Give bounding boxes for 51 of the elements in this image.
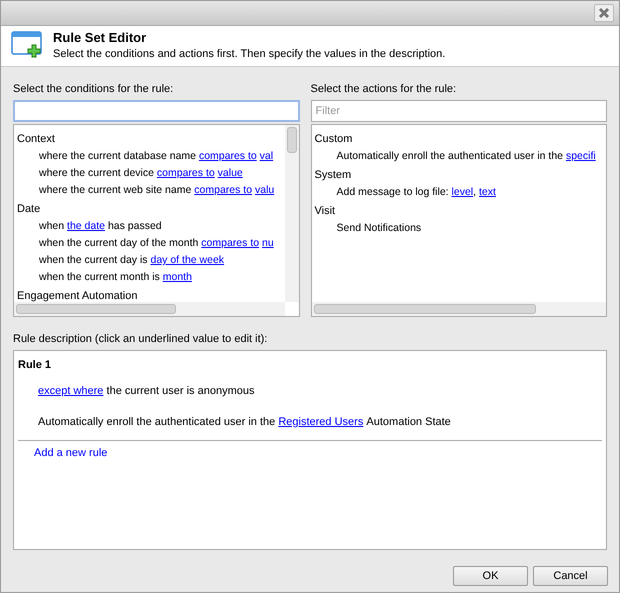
conditions-filter-field[interactable] <box>13 100 300 122</box>
list-item[interactable]: where the current web site name compares to valu <box>39 182 274 199</box>
dialog-button[interactable]: Cancel <box>533 566 608 586</box>
group-heading: Visit <box>314 204 336 219</box>
list-item[interactable]: Add message to log file: level, text <box>336 184 496 201</box>
group-heading: Engagement Automation <box>17 289 138 302</box>
value-link[interactable]: compares to <box>198 150 257 162</box>
value-link[interactable]: value <box>218 167 243 179</box>
window-add-icon <box>11 30 43 60</box>
group-heading: Date <box>17 202 42 217</box>
value-link[interactable]: text <box>479 186 496 198</box>
value-link[interactable]: Registered Users <box>278 416 364 428</box>
horizontal-scrollbar[interactable] <box>312 302 606 316</box>
list-item[interactable]: when the current day is day of the week <box>39 252 224 269</box>
group-heading: Context <box>17 132 56 147</box>
value-link[interactable]: the date <box>67 220 105 232</box>
list-item[interactable]: Send Notifications <box>336 220 422 237</box>
actions-filter-field[interactable]: Filter <box>310 100 607 122</box>
actions-label: Select the actions for the rule: <box>310 82 458 97</box>
group-heading: System <box>314 168 352 183</box>
rule-line: Automatically enroll the authenticated user in the Registered Users Automation State <box>37 415 452 430</box>
list-item[interactable]: when the current month is month <box>39 269 192 286</box>
add-rule-link[interactable]: Add a new rule <box>18 447 108 459</box>
value-link[interactable]: compares to <box>156 167 215 179</box>
vertical-scrollbar[interactable] <box>284 125 299 302</box>
list-item[interactable]: Automatically enroll the authenticated user in the specifi <box>336 148 596 165</box>
horizontal-scrollbar[interactable] <box>14 302 285 316</box>
value-link[interactable]: compares to <box>194 184 252 196</box>
close-button[interactable] <box>594 4 614 22</box>
value-link[interactable]: val <box>260 150 274 162</box>
list-item[interactable]: when the current day of the month compares to nu <box>39 235 274 252</box>
value-link[interactable]: level <box>452 186 474 198</box>
close-icon <box>598 7 610 19</box>
value-link[interactable]: compares to <box>201 237 260 249</box>
value-link[interactable]: specifi <box>566 150 596 162</box>
value-link[interactable]: day of the week <box>150 254 224 266</box>
rule-line: except where the current user is anonymous <box>37 384 256 399</box>
dialog-subtitle: Select the conditions and actions first. Then specify the values in the description. <box>53 47 446 62</box>
value-link[interactable]: except where <box>38 385 104 397</box>
value-link[interactable]: month <box>162 271 192 283</box>
description-label: Rule description (click an underlined value to edit it): <box>12 332 268 347</box>
value-link[interactable]: valu <box>254 184 274 196</box>
group-heading: Custom <box>314 132 354 147</box>
dialog-button[interactable]: OK <box>453 566 528 586</box>
value-link[interactable]: nu <box>262 237 274 249</box>
dialog-title: Rule Set Editor <box>53 30 148 46</box>
list-item[interactable]: when the date has passed <box>39 218 162 235</box>
list-item[interactable]: where the current device compares to value <box>39 165 243 182</box>
conditions-label: Select the conditions for the rule: <box>13 82 174 97</box>
rule-title: Rule 1 <box>18 358 52 373</box>
list-item[interactable]: where the current database name compares to val <box>39 148 274 165</box>
